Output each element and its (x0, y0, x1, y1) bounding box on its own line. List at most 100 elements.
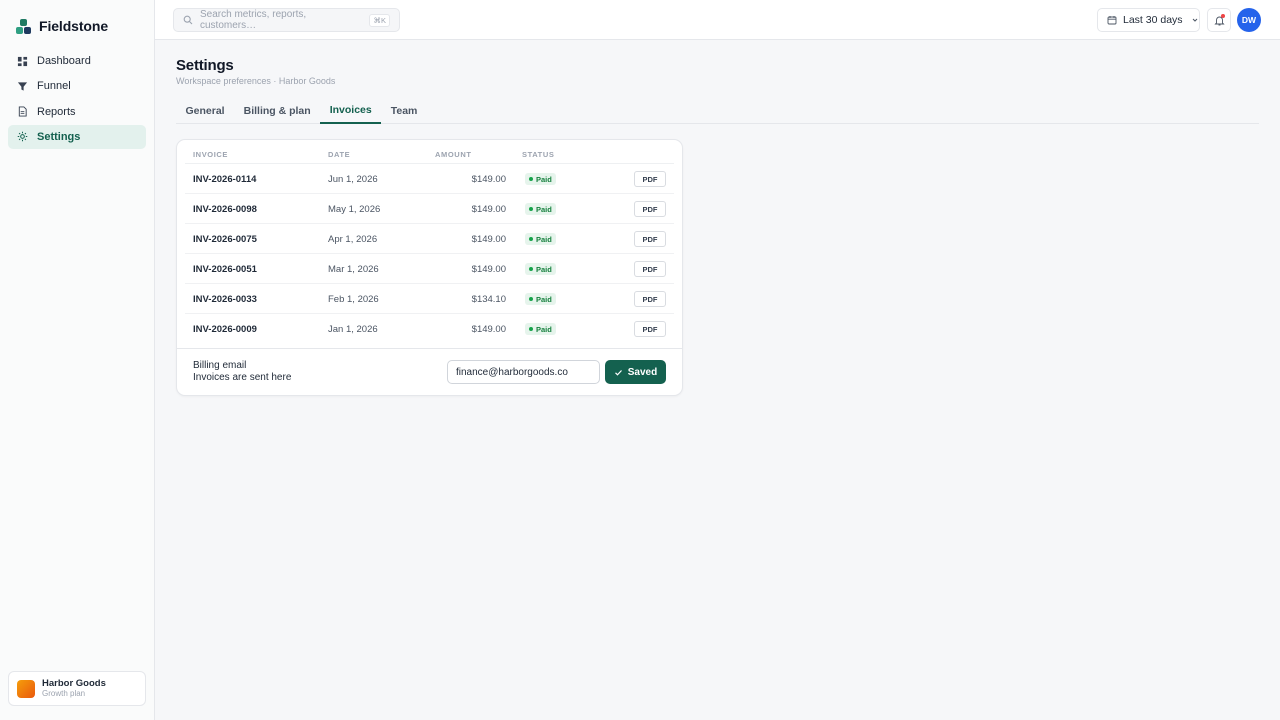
invoice-id: INV-2026-0051 (193, 264, 257, 275)
tab-billing-plan[interactable]: Billing & plan (234, 98, 320, 124)
status-label: Paid (536, 174, 552, 184)
invoice-date: Jan 1, 2026 (328, 324, 378, 335)
sidebar-item-dashboard[interactable]: Dashboard (8, 49, 146, 73)
search-icon (183, 15, 193, 25)
date-range-label: Last 30 days (1123, 14, 1183, 26)
save-button-label: Saved (627, 366, 658, 378)
invoice-id: INV-2026-0009 (193, 324, 257, 335)
billing-email-section: Billing email Invoices are sent here Sav… (177, 348, 682, 395)
billing-email-hint: Invoices are sent here (193, 372, 292, 383)
page-title: Settings (176, 57, 234, 74)
dashboard-icon (17, 56, 28, 66)
check-icon (614, 369, 622, 376)
topbar: Search metrics, reports, customers… ⌘K L… (155, 0, 1280, 40)
status-badge: Paid (525, 263, 556, 275)
invoice-amount: $149.00 (471, 324, 506, 335)
tab-team[interactable]: Team (381, 98, 427, 124)
invoice-date: Jun 1, 2026 (328, 174, 378, 185)
notification-dot (1221, 14, 1225, 18)
invoice-date: May 1, 2026 (328, 204, 381, 215)
workspace-switcher[interactable]: Harbor Goods Growth plan (8, 671, 146, 706)
invoice-id: INV-2026-0098 (193, 204, 257, 215)
sidebar-item-label: Settings (37, 130, 81, 143)
table-row: INV-2026-0009 Jan 1, 2026 $149.00 Paid P… (185, 314, 674, 344)
table-header: INVOICE DATE AMOUNT STATUS (185, 140, 674, 164)
column-header-date: DATE (328, 150, 351, 159)
status-dot (529, 297, 533, 301)
download-pdf-button[interactable]: PDF (634, 171, 666, 187)
user-avatar[interactable]: DW (1237, 8, 1261, 32)
page-subtitle: Workspace preferences · Harbor Goods (176, 76, 336, 86)
download-pdf-button[interactable]: PDF (634, 201, 666, 217)
status-label: Paid (536, 204, 552, 214)
save-button[interactable]: Saved (605, 360, 666, 384)
status-label: Paid (536, 264, 552, 274)
column-header-status: STATUS (522, 150, 555, 159)
tab-invoices[interactable]: Invoices (320, 98, 382, 124)
status-dot (529, 177, 533, 181)
table-row: INV-2026-0033 Feb 1, 2026 $134.10 Paid P… (185, 284, 674, 314)
download-pdf-button[interactable]: PDF (634, 321, 666, 337)
sidebar-item-label: Dashboard (37, 55, 91, 67)
table-row: INV-2026-0051 Mar 1, 2026 $149.00 Paid P… (185, 254, 674, 284)
download-pdf-button[interactable]: PDF (634, 261, 666, 277)
chevron-down-icon (1192, 18, 1197, 22)
funnel-icon (17, 82, 28, 91)
invoice-amount: $134.10 (471, 294, 506, 305)
sidebar-nav: Dashboard Funnel Reports Settings (8, 49, 146, 150)
status-label: Paid (536, 234, 552, 244)
column-header-amount: AMOUNT (435, 150, 472, 159)
search-shortcut-hint: ⌘K (369, 13, 390, 27)
billing-email-label: Billing email (193, 360, 247, 371)
sidebar-item-reports[interactable]: Reports (8, 100, 146, 124)
status-badge: Paid (525, 293, 556, 305)
billing-email-field[interactable] (447, 360, 600, 384)
status-dot (529, 237, 533, 241)
status-dot (529, 327, 533, 331)
search-input[interactable]: Search metrics, reports, customers… (200, 9, 362, 31)
status-badge: Paid (525, 203, 556, 215)
brand[interactable]: Fieldstone (16, 16, 108, 36)
table-row: INV-2026-0114 Jun 1, 2026 $149.00 Paid P… (185, 164, 674, 194)
table-row: INV-2026-0098 May 1, 2026 $149.00 Paid P… (185, 194, 674, 224)
brand-name: Fieldstone (39, 18, 109, 34)
column-header-invoice: INVOICE (193, 150, 229, 159)
invoice-amount: $149.00 (471, 174, 506, 185)
status-badge: Paid (525, 323, 556, 335)
invoice-amount: $149.00 (471, 264, 506, 275)
workspace-plan: Growth plan (42, 689, 86, 698)
sidebar-item-label: Funnel (37, 80, 71, 93)
invoice-id: INV-2026-0114 (193, 174, 257, 185)
status-dot (529, 267, 533, 271)
download-pdf-button[interactable]: PDF (634, 231, 666, 247)
status-badge: Paid (525, 233, 556, 245)
settings-tabs: General Billing & plan Invoices Team (176, 98, 1259, 124)
invoice-id: INV-2026-0075 (193, 234, 257, 245)
invoice-date: Mar 1, 2026 (328, 264, 379, 275)
table-row: INV-2026-0075 Apr 1, 2026 $149.00 Paid P… (185, 224, 674, 254)
document-icon (18, 106, 27, 117)
invoices-card: INVOICE DATE AMOUNT STATUS INV-2026-0114… (176, 139, 683, 396)
status-label: Paid (536, 294, 552, 304)
workspace-avatar (17, 679, 35, 698)
download-pdf-button[interactable]: PDF (634, 291, 666, 307)
invoice-date: Apr 1, 2026 (328, 234, 378, 245)
sidebar-item-label: Reports (37, 105, 76, 118)
date-range-picker[interactable]: Last 30 days (1097, 8, 1200, 32)
invoice-amount: $149.00 (471, 234, 506, 245)
status-dot (529, 207, 533, 211)
status-label: Paid (536, 324, 552, 334)
sidebar: Fieldstone Dashboard Funnel Reports Sett… (0, 0, 155, 720)
invoice-date: Feb 1, 2026 (328, 294, 379, 305)
workspace-name: Harbor Goods (42, 678, 106, 689)
invoice-id: INV-2026-0033 (193, 294, 257, 305)
gear-icon (17, 132, 28, 142)
calendar-icon (1107, 16, 1117, 25)
sidebar-item-funnel[interactable]: Funnel (8, 74, 146, 98)
fieldstone-logo-icon (16, 18, 31, 34)
tab-general[interactable]: General (176, 98, 234, 124)
sidebar-item-settings[interactable]: Settings (8, 124, 146, 149)
status-badge: Paid (525, 173, 556, 185)
search-bar[interactable]: Search metrics, reports, customers… ⌘K (173, 8, 400, 32)
notifications-button[interactable] (1207, 8, 1231, 32)
